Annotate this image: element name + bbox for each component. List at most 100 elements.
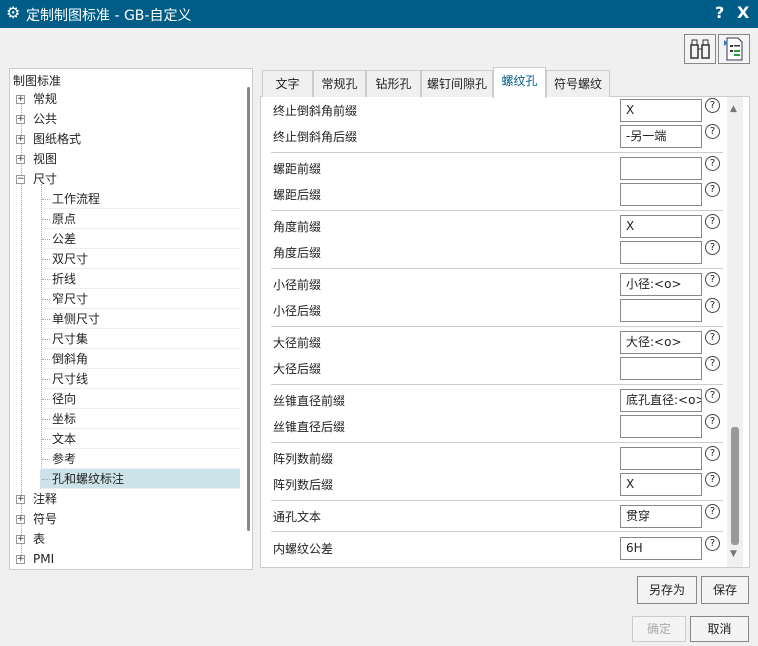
field-label: 终止倒斜角前缀 — [273, 104, 358, 118]
help-icon[interactable]: ? — [705, 182, 720, 197]
tree-child-item[interactable]: 窄尺寸 — [40, 289, 240, 309]
tree-item-label: 原点 — [52, 212, 77, 226]
tree-item-label: PMI — [33, 552, 55, 566]
divider — [271, 268, 723, 269]
tree-child-item[interactable]: 尺寸集 — [40, 329, 240, 349]
field-label: 角度后缀 — [273, 246, 322, 260]
field-label: 小径后缀 — [273, 304, 322, 318]
scroll-down-icon[interactable]: ▼ — [730, 549, 737, 559]
text-field[interactable] — [620, 241, 702, 264]
tree-child-item[interactable]: 倒斜角 — [40, 349, 240, 369]
tree-child-item[interactable]: 尺寸线 — [40, 369, 240, 389]
help-icon[interactable]: ? — [705, 330, 720, 345]
tree-item-label: 视图 — [33, 152, 58, 166]
expand-icon[interactable]: + — [16, 515, 25, 524]
help-icon[interactable]: ? — [705, 156, 720, 171]
text-field[interactable]: 大径:<o> — [620, 331, 702, 354]
tab[interactable]: 螺钉间隙孔 — [421, 70, 493, 97]
text-field[interactable]: X — [620, 99, 702, 122]
help-icon[interactable]: ? — [705, 272, 720, 287]
text-field[interactable]: 6H — [620, 537, 702, 560]
help-icon[interactable]: ? — [705, 124, 720, 139]
expand-icon[interactable]: + — [16, 555, 25, 564]
tab[interactable]: 文字 — [262, 70, 313, 97]
text-field[interactable] — [620, 415, 702, 438]
tree-child-item[interactable]: 文本 — [40, 429, 240, 449]
scrollbar[interactable]: ▲ ▼ — [727, 97, 743, 567]
field-label: 大径后缀 — [273, 362, 322, 376]
tree-child-item[interactable]: 坐标 — [40, 409, 240, 429]
help-icon[interactable]: ? — [705, 240, 720, 255]
close-button[interactable]: X — [737, 3, 749, 22]
text-field[interactable] — [620, 299, 702, 322]
tab[interactable]: 常规孔 — [313, 70, 366, 97]
tab[interactable]: 螺纹孔 — [493, 67, 546, 98]
help-icon[interactable]: ? — [705, 446, 720, 461]
help-icon[interactable]: ? — [705, 472, 720, 487]
help-button[interactable]: ? — [715, 3, 724, 22]
help-icon[interactable]: ? — [705, 414, 720, 429]
help-icon[interactable]: ? — [705, 504, 720, 519]
field-label: 小径前缀 — [273, 278, 322, 292]
tree-child-item[interactable]: 公差 — [40, 229, 240, 249]
expand-icon[interactable]: + — [16, 495, 25, 504]
tree-item-label: 符号 — [33, 512, 58, 526]
help-icon[interactable]: ? — [705, 298, 720, 313]
tree-child-item[interactable]: 折线 — [40, 269, 240, 289]
tree-child-item[interactable]: 参考 — [40, 449, 240, 469]
text-field[interactable] — [620, 157, 702, 180]
tree-item-label: 注释 — [33, 492, 58, 506]
tree-item-label: 双尺寸 — [52, 252, 89, 266]
expand-icon[interactable]: + — [16, 115, 25, 124]
help-icon[interactable]: ? — [705, 388, 720, 403]
text-field[interactable] — [620, 183, 702, 206]
text-field[interactable]: 小径:<o> — [620, 273, 702, 296]
tree-child-item[interactable]: 工作流程 — [40, 189, 240, 209]
expand-icon[interactable]: + — [16, 535, 25, 544]
expand-icon[interactable]: + — [16, 155, 25, 164]
tree-item-label: 尺寸 — [33, 172, 58, 186]
field-label: 终止倒斜角后缀 — [273, 130, 358, 144]
tree-item-label: 公共 — [33, 112, 58, 126]
text-field[interactable]: 贯穿 — [620, 505, 702, 528]
text-field[interactable]: X — [620, 473, 702, 496]
divider — [271, 442, 723, 443]
tree-child-item[interactable]: 孔和螺纹标注 — [40, 469, 240, 489]
tab[interactable]: 符号螺纹 — [546, 70, 610, 97]
expand-icon[interactable]: + — [16, 135, 25, 144]
cancel-button[interactable]: 取消 — [690, 616, 749, 642]
tree-child-item[interactable]: 双尺寸 — [40, 249, 240, 269]
tree-item-label: 公差 — [52, 232, 77, 246]
tree-child-item[interactable]: 径向 — [40, 389, 240, 409]
collapse-icon[interactable]: − — [16, 175, 25, 184]
divider — [271, 500, 723, 501]
divider — [271, 531, 723, 532]
help-icon[interactable]: ? — [705, 536, 720, 551]
save-button[interactable]: 保存 — [701, 576, 749, 604]
tree-child-item[interactable]: 原点 — [40, 209, 240, 229]
expand-icon[interactable]: + — [16, 95, 25, 104]
help-icon[interactable]: ? — [705, 356, 720, 371]
scroll-up-icon[interactable]: ▲ — [730, 104, 737, 114]
field-label: 丝锥直径前缀 — [273, 394, 346, 408]
save-as-button[interactable]: 另存为 — [637, 576, 697, 604]
text-field[interactable] — [620, 447, 702, 470]
find-button[interactable] — [684, 34, 716, 64]
tree-header: 制图标准 — [13, 74, 62, 88]
text-field[interactable] — [620, 357, 702, 380]
text-field[interactable]: -另一端 — [620, 125, 702, 148]
ok-button[interactable]: 确定 — [632, 616, 686, 642]
standard-tree: 制图标准 + 常规 + 公共 + 图纸格式 + 视图 − 尺寸 工作流程 原点 公差 双尺寸 折线 窄尺寸 单侧尺… — [9, 68, 253, 570]
load-settings-button[interactable] — [718, 34, 750, 64]
tree-scrollbar-thumb[interactable] — [247, 87, 250, 531]
scrollbar-thumb[interactable] — [731, 427, 739, 545]
text-field[interactable]: 底孔直径:<o> — [620, 389, 702, 412]
divider — [271, 152, 723, 153]
tree-item-label: 参考 — [52, 452, 77, 466]
tree-child-item[interactable]: 单侧尺寸 — [40, 309, 240, 329]
help-icon[interactable]: ? — [705, 214, 720, 229]
document-list-icon — [724, 37, 743, 61]
text-field[interactable]: X — [620, 215, 702, 238]
help-icon[interactable]: ? — [705, 98, 720, 113]
tab[interactable]: 钻形孔 — [366, 70, 421, 97]
